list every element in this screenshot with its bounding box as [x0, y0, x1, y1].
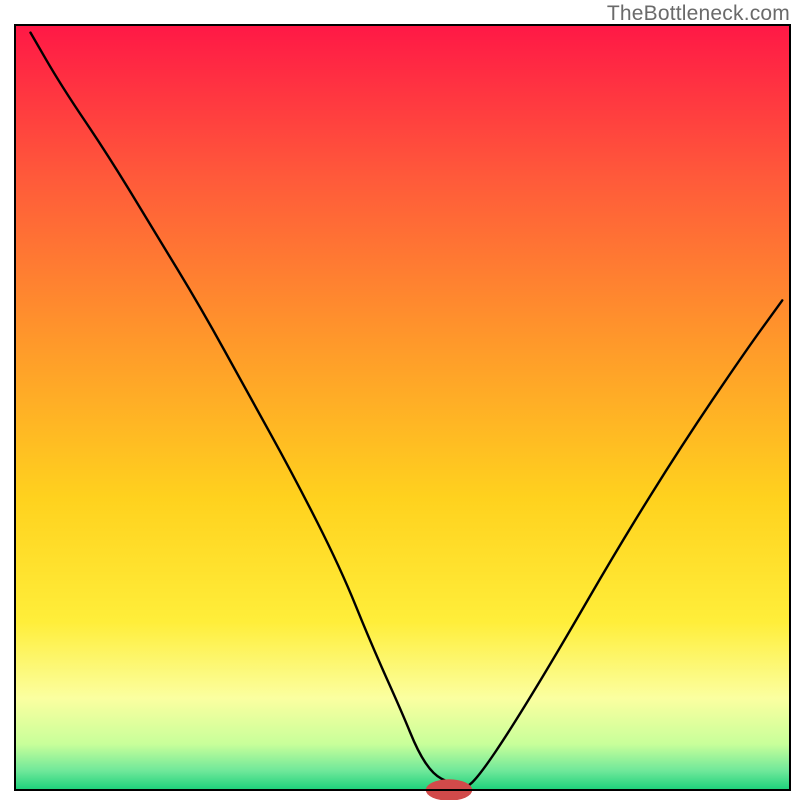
bottleneck-chart — [0, 0, 800, 800]
plot-background — [15, 25, 790, 790]
watermark-label: TheBottleneck.com — [607, 2, 790, 26]
